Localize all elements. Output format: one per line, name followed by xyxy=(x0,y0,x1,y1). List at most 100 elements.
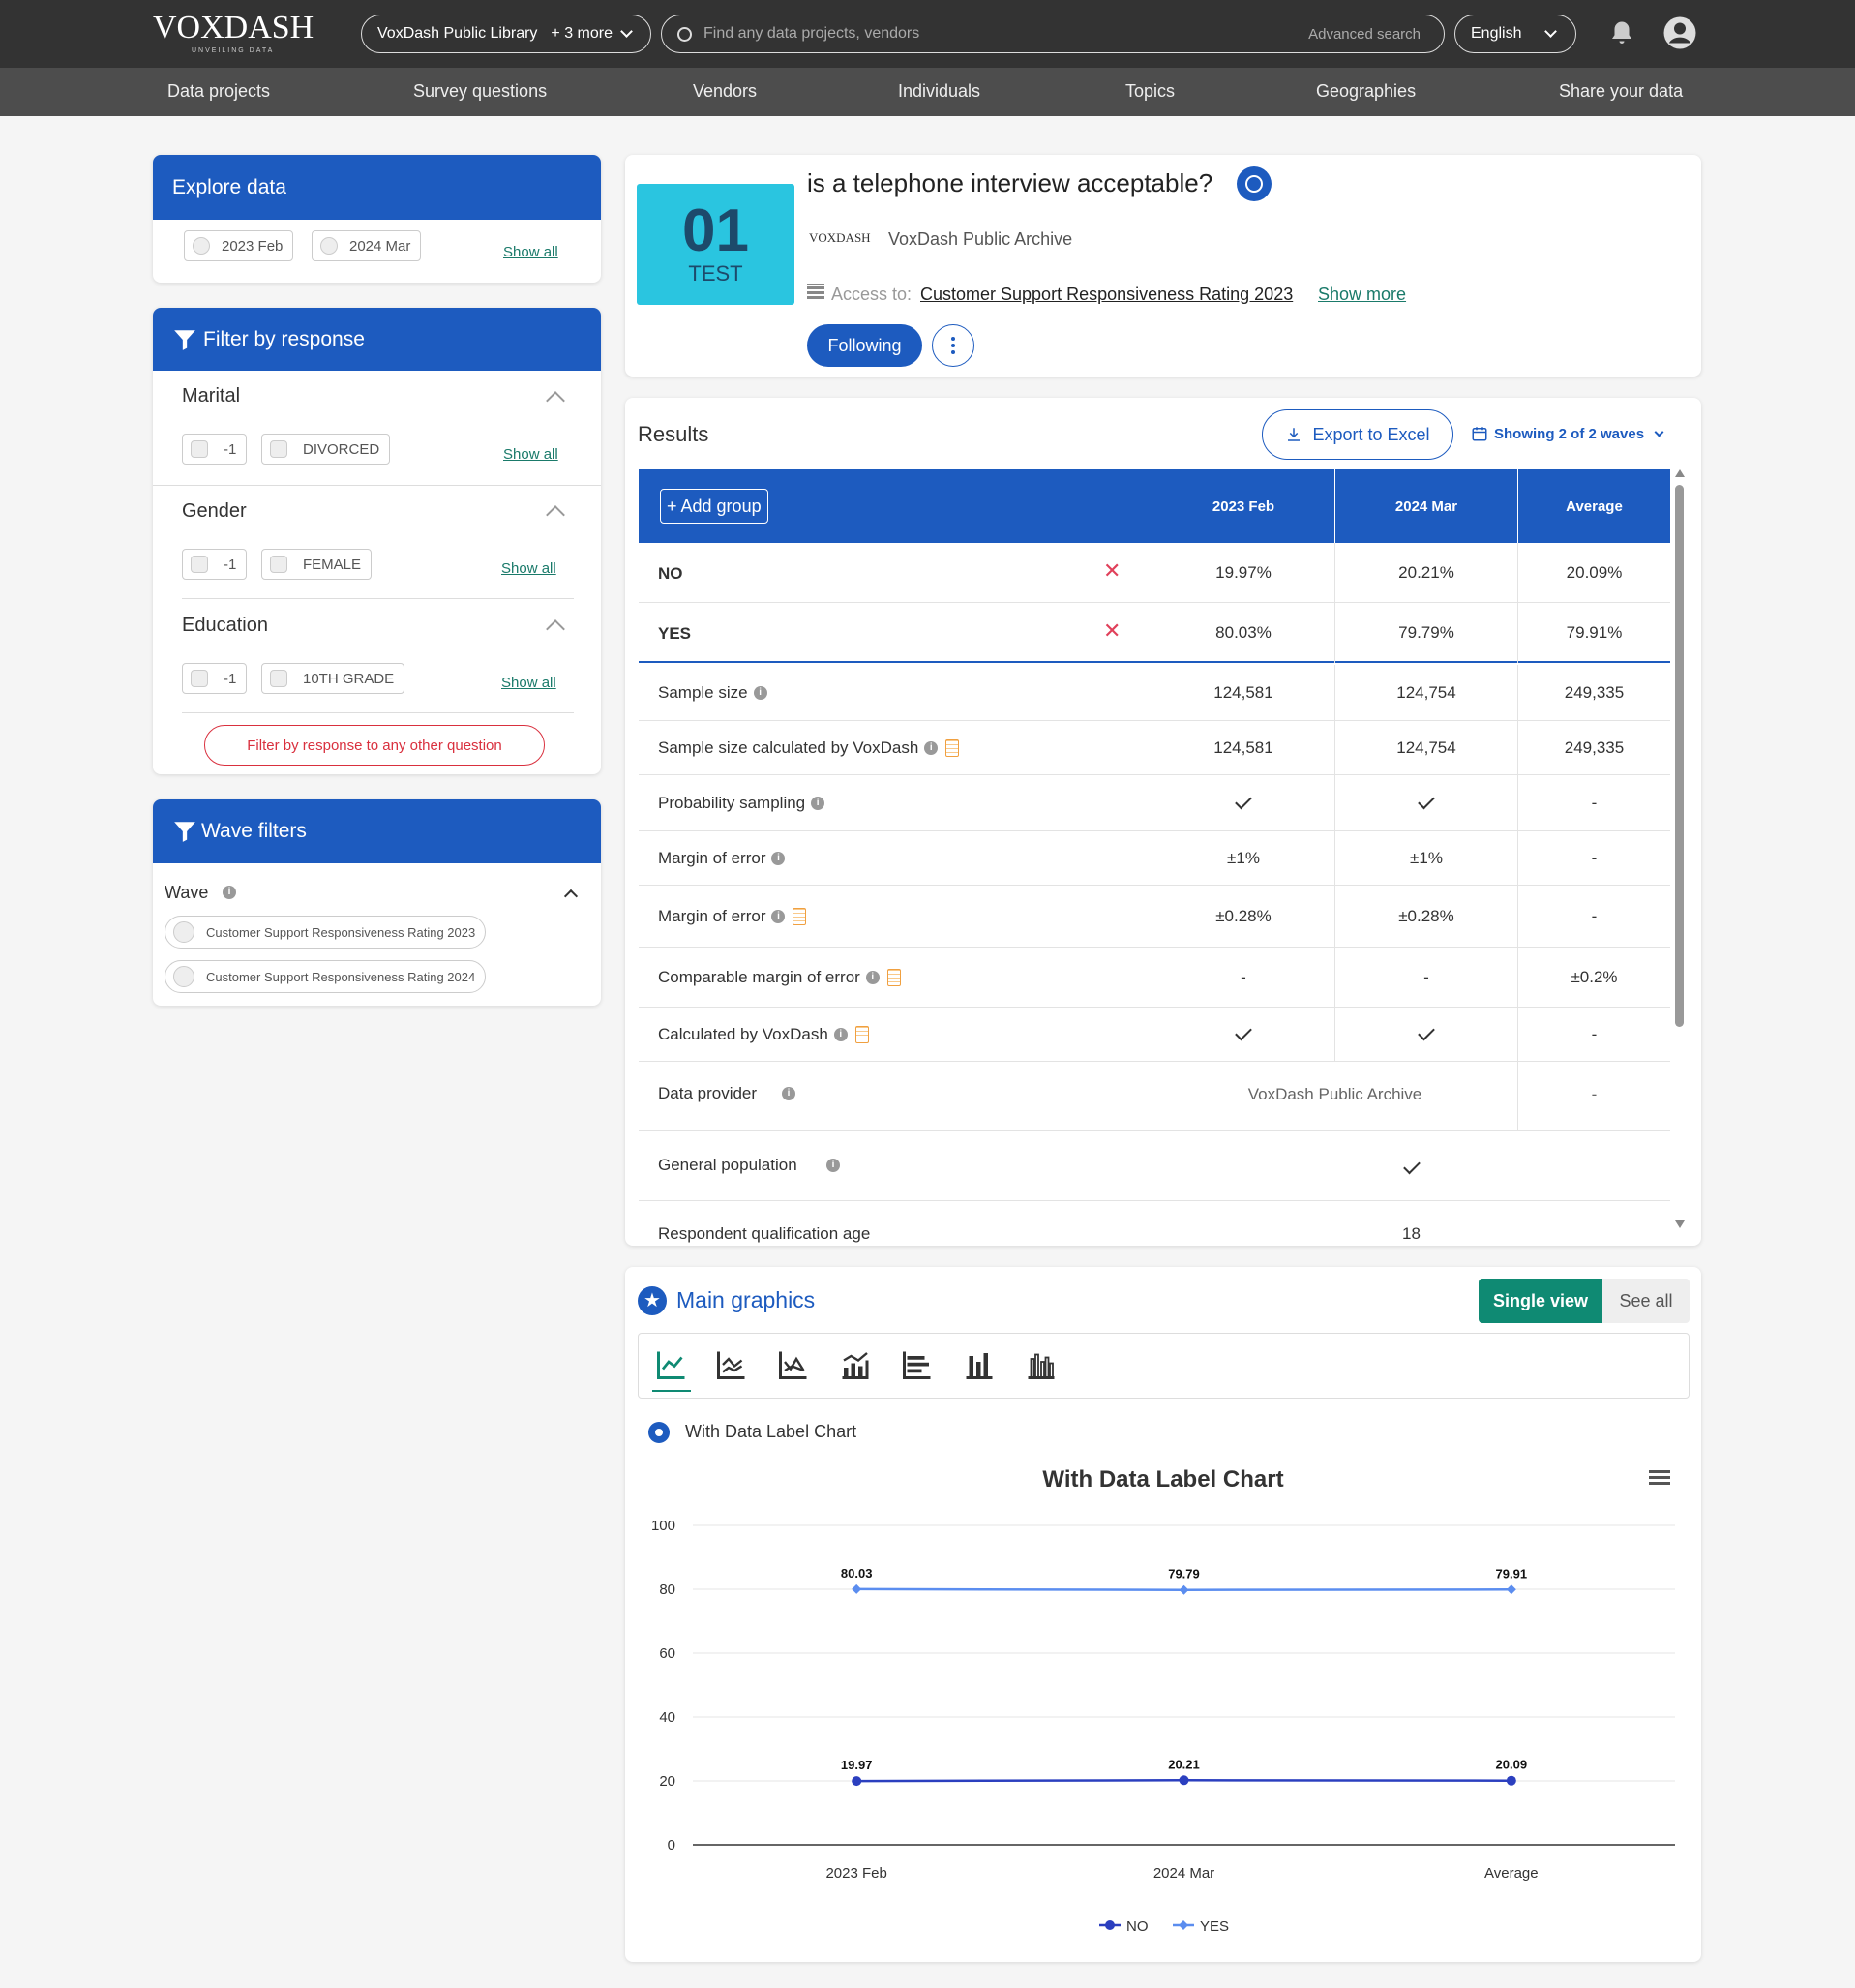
export-excel-button[interactable]: Export to Excel xyxy=(1262,409,1453,460)
chevron-up-icon[interactable] xyxy=(546,619,565,639)
response-chip[interactable]: -1 xyxy=(182,549,248,580)
response-chip[interactable]: -1 xyxy=(182,663,248,694)
nav-topics[interactable]: Topics xyxy=(1125,81,1175,102)
results-card: Results Export to Excel Showing 2 of 2 w… xyxy=(625,398,1701,1246)
badge-number: 01 xyxy=(682,197,749,264)
divider xyxy=(153,485,601,486)
chart-title: With Data Label Chart xyxy=(1042,1466,1283,1492)
chart-option-label: With Data Label Chart xyxy=(685,1422,857,1441)
metadata-value: - xyxy=(1517,1008,1670,1062)
table-scrollbar[interactable] xyxy=(1672,469,1686,1234)
column-header[interactable]: 2024 Mar xyxy=(1334,469,1517,543)
response-chip[interactable]: FEMALE xyxy=(261,549,373,580)
wave-chip[interactable]: 2024 Mar xyxy=(312,230,422,261)
access-label: Access to: xyxy=(831,285,913,304)
nav-vendors[interactable]: Vendors xyxy=(693,81,757,102)
search-input[interactable]: Find any data projects, vendors xyxy=(703,25,1308,43)
response-chip[interactable]: -1 xyxy=(182,434,248,465)
logo-tagline: UNVEILING DATA xyxy=(192,47,275,54)
nav-geographies[interactable]: Geographies xyxy=(1316,81,1416,102)
search-icon xyxy=(677,26,692,42)
nav-data-projects[interactable]: Data projects xyxy=(167,81,270,102)
metadata-row: Sample size i 124,581 124,754 249,335 xyxy=(639,665,1670,721)
line-chart-icon[interactable] xyxy=(654,1347,689,1382)
show-all-link[interactable]: Show all xyxy=(501,675,556,691)
logo[interactable]: VOXDASH xyxy=(153,10,314,46)
see-all-button[interactable]: See all xyxy=(1602,1279,1690,1323)
more-options-icon[interactable] xyxy=(932,324,974,367)
metadata-row: Margin of error i ±0.28% ±0.28% - xyxy=(639,886,1670,948)
nav-share-data[interactable]: Share your data xyxy=(1559,81,1683,102)
following-button[interactable]: Following xyxy=(807,324,922,367)
divider xyxy=(182,598,574,599)
badge-text: TEST xyxy=(688,261,743,286)
metadata-value: ±0.2% xyxy=(1517,948,1670,1008)
access-link[interactable]: Customer Support Responsiveness Rating 2… xyxy=(920,285,1293,305)
bar-chart-icon[interactable] xyxy=(962,1347,997,1382)
download-icon xyxy=(1288,428,1301,441)
column-header[interactable]: 2023 Feb xyxy=(1152,469,1334,543)
chevron-up-icon[interactable] xyxy=(546,391,565,410)
x-tick-label: Average xyxy=(1484,1865,1539,1882)
column-header[interactable]: Average xyxy=(1517,469,1670,543)
gear-icon[interactable] xyxy=(648,1422,670,1443)
answer-label: YES xyxy=(658,624,692,643)
single-view-button[interactable]: Single view xyxy=(1479,1279,1602,1323)
menu-icon-bar xyxy=(1649,1476,1670,1479)
check-icon xyxy=(1418,1023,1435,1040)
legend-marker xyxy=(1105,1920,1115,1930)
nav-individuals[interactable]: Individuals xyxy=(898,81,980,102)
show-all-link[interactable]: Show all xyxy=(501,560,556,577)
data-point xyxy=(1179,1775,1189,1786)
multi-line-chart-icon[interactable] xyxy=(714,1347,749,1382)
chevron-up-icon[interactable] xyxy=(563,889,579,904)
answer-row: NO ✕ 19.97% 20.21% 20.09% xyxy=(639,543,1670,603)
library-selector[interactable]: VoxDash Public Library + 3 more xyxy=(361,15,651,53)
y-tick-label: 40 xyxy=(659,1709,675,1726)
data-label: 79.79 xyxy=(1168,1567,1200,1581)
response-chip[interactable]: 10TH GRADE xyxy=(261,663,405,694)
show-all-link[interactable]: Show all xyxy=(503,244,558,260)
filter-other-question-button[interactable]: Filter by response to any other question xyxy=(204,725,545,766)
metadata-value xyxy=(1334,775,1517,831)
chevron-down-icon xyxy=(620,25,633,38)
wave-chip[interactable]: 2023 Feb xyxy=(184,230,294,261)
export-label: Export to Excel xyxy=(1312,424,1430,444)
vendor-name[interactable]: VoxDash Public Archive xyxy=(888,229,1072,250)
advanced-search-link[interactable]: Advanced search xyxy=(1308,26,1421,43)
metadata-label: Margin of error i xyxy=(658,907,807,926)
metadata-rows: Sample size i 124,581 124,754 249,335 Sample … xyxy=(639,665,1670,1062)
search-box[interactable]: Find any data projects, vendors Advanced… xyxy=(661,15,1445,53)
education-section-title: Education xyxy=(182,615,268,636)
vendor-logo[interactable]: VOXDASH xyxy=(809,230,871,246)
bell-icon[interactable] xyxy=(1607,19,1636,48)
language-selector[interactable]: English xyxy=(1454,15,1576,53)
chevron-up-icon[interactable] xyxy=(546,505,565,525)
answer-value: 20.21% xyxy=(1334,543,1517,603)
horizontal-bar-chart-icon[interactable] xyxy=(900,1347,935,1382)
metadata-value xyxy=(1152,1008,1334,1062)
response-chip[interactable]: DIVORCED xyxy=(261,434,391,465)
show-all-link[interactable]: Show all xyxy=(503,446,558,463)
data-label: 20.21 xyxy=(1168,1757,1200,1771)
wave-option[interactable]: Customer Support Responsiveness Rating 2… xyxy=(165,916,487,949)
legend-label: NO xyxy=(1126,1918,1149,1935)
explore-data-title: Explore data xyxy=(153,155,601,220)
general-population-row: General population i xyxy=(639,1131,1670,1201)
filter-icon xyxy=(174,329,195,350)
answer-label: NO xyxy=(658,564,683,583)
comment-icon[interactable] xyxy=(1237,166,1272,201)
waves-dropdown[interactable]: Showing 2 of 2 waves xyxy=(1471,425,1664,442)
combo-chart-icon[interactable] xyxy=(838,1347,873,1382)
grouped-bar-chart-icon[interactable] xyxy=(1024,1347,1059,1382)
y-tick-label: 20 xyxy=(659,1773,675,1790)
metadata-value: 249,335 xyxy=(1517,721,1670,775)
area-line-chart-icon[interactable] xyxy=(776,1347,811,1382)
wave-option[interactable]: Customer Support Responsiveness Rating 2… xyxy=(165,960,487,993)
user-avatar-icon[interactable] xyxy=(1662,15,1697,50)
add-group-button[interactable]: + Add group xyxy=(660,489,768,524)
nav-survey-questions[interactable]: Survey questions xyxy=(413,81,547,102)
data-point xyxy=(1179,1584,1189,1595)
show-more-link[interactable]: Show more xyxy=(1318,285,1406,305)
scrollbar-thumb[interactable] xyxy=(1675,485,1684,1027)
